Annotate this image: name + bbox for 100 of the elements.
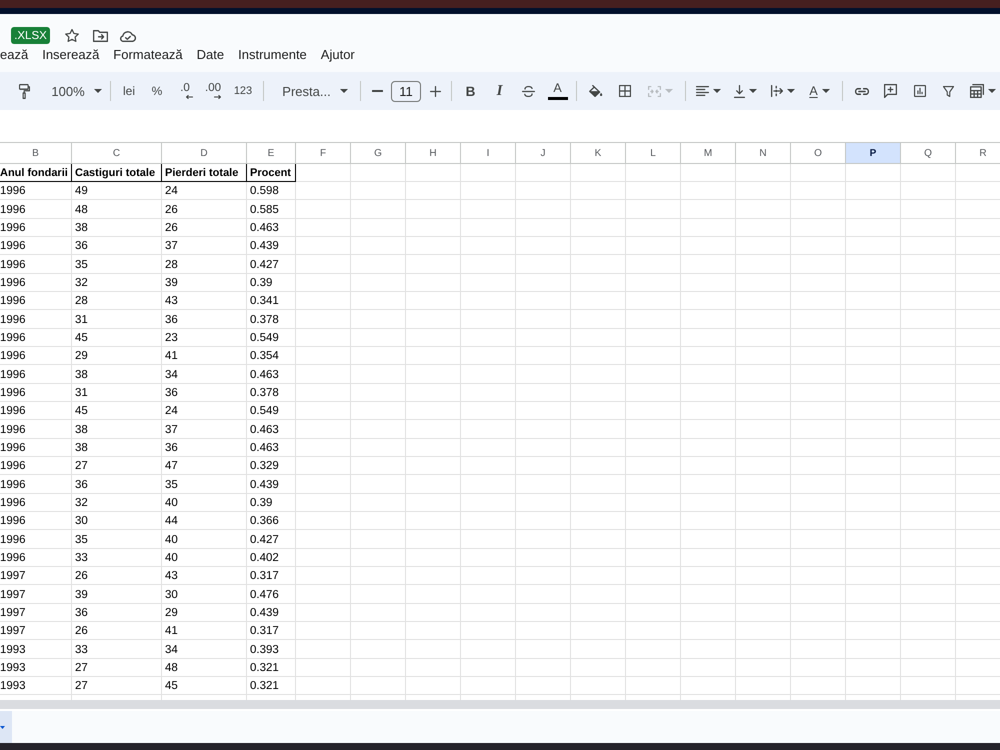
menu-item[interactable]: Formatează [106,46,190,64]
percent-button[interactable]: % [145,77,169,105]
menu-item[interactable]: Inserează [35,46,106,64]
empty-cell [681,384,736,402]
empty-cell [791,292,846,310]
empty-cell [846,658,901,677]
empty-cell [681,604,736,622]
empty-cell [571,218,626,237]
table-cell: 24 [162,182,247,200]
empty-cell [461,292,516,310]
table-cell: 1996 [0,420,72,439]
table-cell: 26 [72,622,162,640]
table-cell: 29 [162,604,247,622]
table-cell: 0.427 [247,530,296,549]
menu-item[interactable]: Instrumente [231,46,314,64]
number-format-button[interactable]: 123 [229,77,257,105]
table-cell: 47 [162,456,247,476]
increase-decimal-button[interactable]: .00 [201,77,225,105]
empty-cell [791,640,846,659]
empty-cell [846,328,901,347]
table-cell: 38 [72,218,162,237]
column-header[interactable]: O [791,142,846,164]
zoom-dropdown[interactable]: 100% [40,77,104,105]
empty-cell [351,566,406,586]
column-header[interactable]: B [0,142,72,164]
empty-cell [626,328,681,347]
table-cell: 1996 [0,200,72,219]
text-rotation-button[interactable]: A [803,77,836,105]
column-header[interactable]: F [296,142,351,164]
empty-cell [351,548,406,567]
table-cell: 0.463 [247,218,296,237]
column-header[interactable]: G [351,142,406,164]
table-cell: 0.378 [247,310,296,329]
table-cell: 1996 [0,182,72,200]
italic-button[interactable]: I [487,77,512,105]
table-cell: 0.393 [247,640,296,659]
filter-icon [943,86,954,96]
font-size-field[interactable]: 11 [391,80,421,102]
currency-button[interactable]: lei [117,77,141,105]
empty-cell [681,310,736,329]
empty-cell [516,200,571,219]
table-cell: 0.549 [247,402,296,420]
column-header[interactable]: Q [901,142,956,164]
empty-cell [626,200,681,219]
menu-item[interactable]: Date [190,46,232,64]
table-cell: 0.321 [247,658,296,677]
empty-cell [351,384,406,402]
empty-cell [736,475,791,494]
empty-cell [406,365,461,384]
table-cell: 40 [162,530,247,549]
column-header[interactable]: D [162,142,247,164]
minus-icon [372,90,382,92]
table-cell: 28 [162,255,247,274]
empty-cell [901,512,956,530]
empty-cell [846,566,901,586]
empty-cell [681,658,736,677]
column-header[interactable]: L [626,142,681,164]
empty-cell [296,438,351,457]
paint-roller-icon [18,84,30,98]
empty-cell [296,640,351,659]
empty-cell [681,622,736,640]
column-header[interactable]: C [72,142,162,164]
empty-cell [791,164,846,182]
empty-cell [351,200,406,219]
empty-cell [406,402,461,420]
horizontal-scrollbar[interactable] [0,700,1000,709]
column-header[interactable]: R [956,142,1000,164]
empty-cell [571,328,626,347]
empty-cell [791,456,846,476]
menu-item[interactable]: ează [0,46,36,64]
column-header[interactable]: H [406,142,461,164]
column-header[interactable]: K [571,142,626,164]
empty-cell [406,494,461,512]
column-header[interactable]: N [736,142,791,164]
empty-cell [901,218,956,237]
bold-button[interactable]: B [458,77,483,105]
table-cell: 39 [72,585,162,604]
empty-cell [296,365,351,384]
menu-item[interactable]: Ajutor [314,46,362,64]
table-cell: 27 [72,456,162,476]
decrease-decimal-button[interactable]: .0 [173,77,197,105]
empty-cell [406,310,461,329]
table-cell: 26 [162,200,247,219]
empty-cell [351,585,406,604]
empty-cell [571,346,626,366]
column-header[interactable]: E [247,142,296,164]
empty-cell [791,310,846,329]
column-header[interactable]: J [516,142,571,164]
column-header[interactable]: M [681,142,736,164]
empty-cell [736,420,791,439]
empty-cell [626,384,681,402]
column-header[interactable]: I [461,142,516,164]
empty-cell [901,475,956,494]
column-header[interactable]: P [846,142,901,164]
text-color-button[interactable]: A [545,77,570,105]
empty-cell [296,566,351,586]
empty-cell [846,622,901,640]
font-dropdown[interactable]: Presta... [270,77,354,105]
table-cell: 0.329 [247,456,296,476]
empty-cell [791,255,846,274]
